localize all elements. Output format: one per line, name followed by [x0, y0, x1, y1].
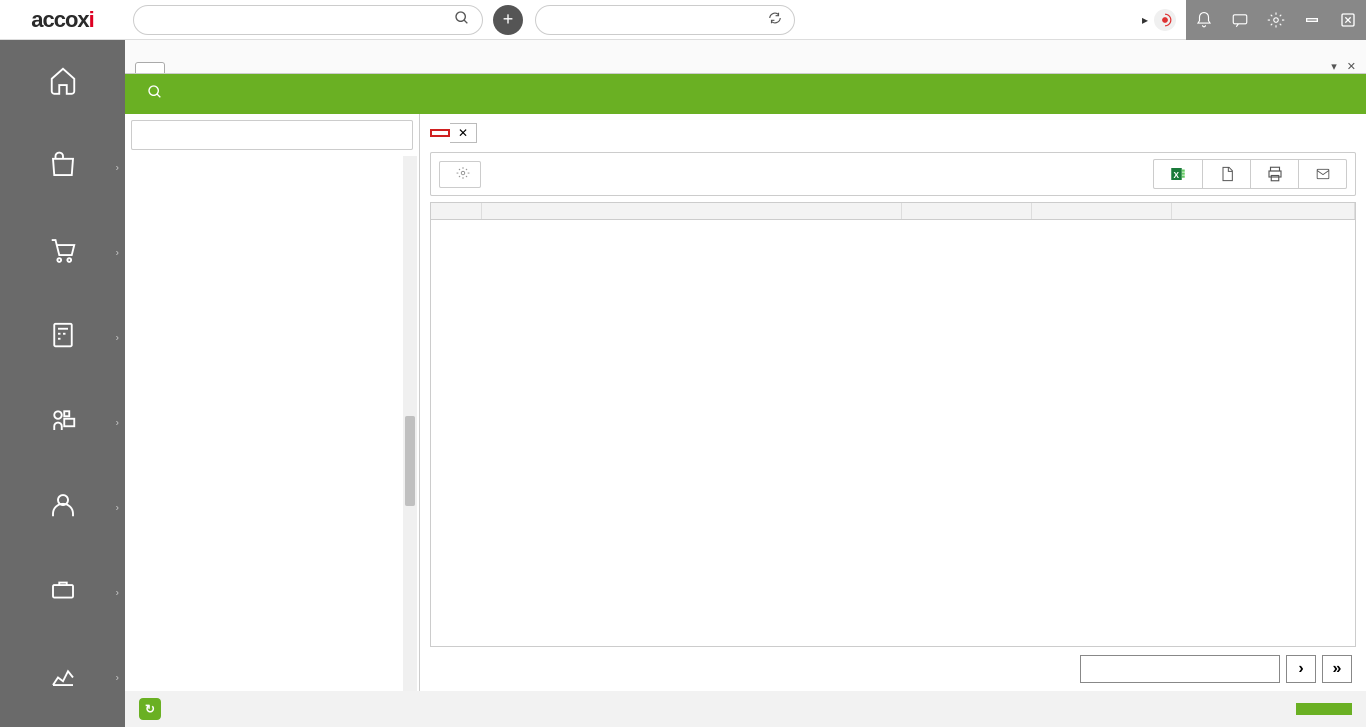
greenbar	[125, 74, 1366, 114]
gear-icon	[456, 166, 470, 183]
report-content: ✕ X	[420, 114, 1366, 691]
global-search[interactable]	[133, 5, 483, 35]
nav-customer[interactable]: ›	[0, 465, 125, 550]
company-avatar-icon	[1154, 9, 1176, 31]
logo: accoxi	[0, 0, 125, 40]
export-pdf-icon[interactable]	[1202, 160, 1250, 188]
left-nav: › › › › › › ›	[0, 40, 125, 727]
reports-panel	[125, 114, 420, 691]
customize-button[interactable]	[439, 161, 481, 188]
search-icon	[454, 10, 470, 29]
pager: › »	[430, 647, 1356, 691]
topbar: accoxi + ▸	[0, 0, 1366, 40]
reports-tree[interactable]	[125, 156, 419, 691]
email-icon[interactable]	[1298, 160, 1346, 188]
tab-reports[interactable]	[135, 62, 165, 73]
doc-tab-active[interactable]	[430, 129, 450, 137]
titlebar-icons	[1186, 0, 1366, 40]
table-header	[431, 203, 1355, 220]
branch-selector[interactable]	[535, 5, 795, 35]
nav-purchase[interactable]: ›	[0, 210, 125, 295]
pager-status	[1080, 655, 1280, 683]
nav-accounts[interactable]: ›	[0, 295, 125, 380]
report-toolbar: X	[430, 152, 1356, 196]
minimize-icon[interactable]	[1294, 0, 1330, 40]
footer-logo-icon: ↻	[139, 698, 161, 720]
close-icon[interactable]	[1330, 0, 1366, 40]
panel-controls: ▾ ✕	[1331, 60, 1366, 73]
svg-text:X: X	[1174, 171, 1180, 180]
col-amount[interactable]	[1171, 203, 1355, 220]
nav-inventory[interactable]: ›	[0, 380, 125, 465]
scrollbar[interactable]	[403, 156, 417, 691]
col-qty[interactable]	[1031, 203, 1171, 220]
search-reports-input[interactable]	[131, 120, 413, 150]
col-uom[interactable]	[901, 203, 1031, 220]
panel-dropdown-icon[interactable]: ▾	[1331, 60, 1337, 73]
nav-sales[interactable]: ›	[0, 125, 125, 210]
export-buttons: X	[1153, 159, 1347, 189]
main: ▾ ✕ ✕	[125, 40, 1366, 727]
search-icon	[147, 84, 163, 104]
panel-close-icon[interactable]: ✕	[1347, 60, 1356, 73]
company-label[interactable]: ▸	[1136, 9, 1176, 31]
add-button[interactable]: +	[493, 5, 523, 35]
bell-icon[interactable]	[1186, 0, 1222, 40]
pager-last-icon[interactable]: »	[1322, 655, 1352, 683]
col-item-name[interactable]	[481, 203, 901, 220]
nav-reports[interactable]: ›	[0, 635, 125, 720]
exit-button[interactable]	[1296, 703, 1352, 715]
chat-icon[interactable]	[1222, 0, 1258, 40]
nav-supplier[interactable]: ›	[0, 550, 125, 635]
footer: ↻	[125, 691, 1366, 727]
doc-tab-close-icon[interactable]: ✕	[450, 123, 477, 143]
col-index[interactable]	[431, 203, 481, 220]
gear-icon[interactable]	[1258, 0, 1294, 40]
tabbar: ▾ ✕	[125, 40, 1366, 74]
print-icon[interactable]	[1250, 160, 1298, 188]
data-grid	[430, 202, 1356, 647]
export-excel-icon[interactable]: X	[1154, 160, 1202, 188]
pager-next-icon[interactable]: ›	[1286, 655, 1316, 683]
refresh-icon[interactable]	[768, 11, 782, 28]
global-search-input[interactable]	[146, 12, 454, 27]
scrollbar-thumb[interactable]	[405, 416, 415, 506]
nav-dashboard[interactable]	[0, 40, 125, 125]
